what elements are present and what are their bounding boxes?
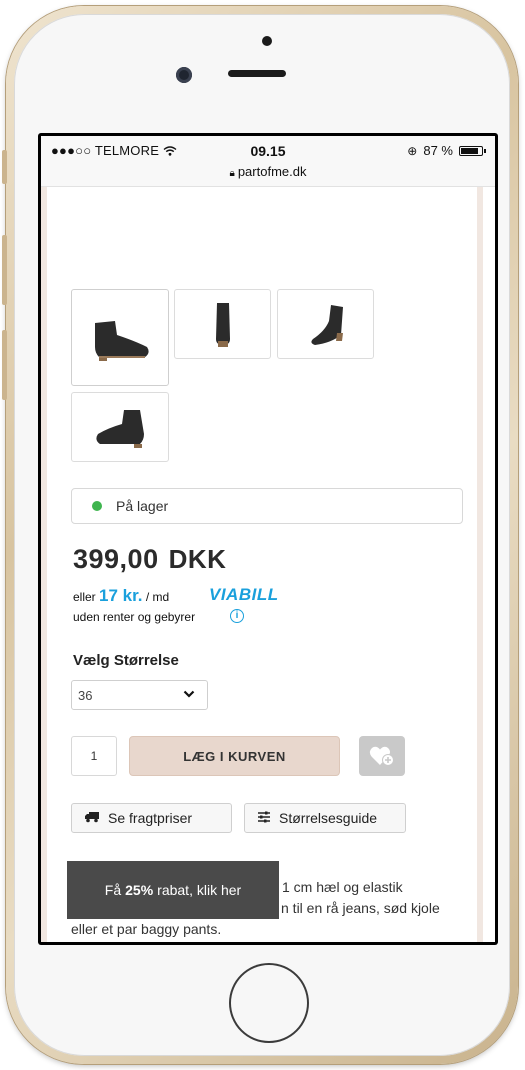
- page-margin-right: [477, 187, 483, 942]
- size-label: Vælg Størrelse: [73, 652, 179, 669]
- page-margin-left: [41, 187, 47, 942]
- volume-up-button: [2, 235, 7, 305]
- stock-text: På lager: [116, 498, 169, 514]
- finance-suffix: / md: [145, 590, 170, 604]
- product-page: På lager 399,00 DKK eller 17 kr. / md ude…: [41, 187, 495, 942]
- lock-icon: 🔒︎: [229, 168, 235, 179]
- url-text: partofme.dk: [237, 164, 307, 179]
- stock-indicator-icon: [92, 501, 102, 511]
- sliders-icon: [257, 811, 271, 826]
- finance-amount: 17 kr.: [99, 586, 143, 605]
- info-icon[interactable]: i: [230, 609, 244, 623]
- battery-area: ⊕ 87 %: [407, 143, 486, 158]
- heart-plus-icon: [369, 746, 394, 766]
- product-price: 399,00 DKK: [73, 544, 226, 575]
- wishlist-button[interactable]: [359, 736, 405, 776]
- viabill-logo: VIABILL: [209, 585, 279, 604]
- promo-suffix: rabat, klik her: [157, 882, 242, 898]
- proximity-sensor: [262, 36, 272, 46]
- finance-note: uden renter og gebyrer: [73, 610, 196, 624]
- discount-promo-banner[interactable]: Få 25% rabat, klik her: [67, 861, 279, 919]
- promo-highlight: 25%: [125, 882, 154, 898]
- screen-content: ●●●○○ TELMORE 09.15 ⊕ 87 % 🔒︎ partofme.dk: [41, 136, 495, 942]
- size-guide-button[interactable]: Størrelsesguide: [244, 803, 406, 833]
- status-bar: ●●●○○ TELMORE 09.15 ⊕ 87 % 🔒︎ partofme.dk: [41, 136, 495, 187]
- add-to-cart-button[interactable]: LÆG I KURVEN: [129, 736, 340, 776]
- truck-icon: [84, 811, 100, 826]
- chevron-down-icon: [183, 688, 195, 703]
- earpiece-speaker: [228, 70, 286, 77]
- boot-side-left-icon: [95, 320, 149, 361]
- boot-angle-icon: [310, 305, 343, 345]
- mute-switch: [2, 150, 7, 184]
- front-camera: [176, 67, 192, 83]
- battery-percent: 87 %: [423, 143, 453, 158]
- phone-screen: ●●●○○ TELMORE 09.15 ⊕ 87 % 🔒︎ partofme.dk: [38, 133, 498, 945]
- address-bar[interactable]: 🔒︎ partofme.dk: [41, 164, 495, 179]
- product-thumbnail-2[interactable]: [174, 289, 271, 359]
- stock-status: På lager: [71, 488, 463, 524]
- home-button[interactable]: [229, 963, 309, 1043]
- product-thumbnail-1[interactable]: [71, 289, 169, 386]
- shipping-prices-button[interactable]: Se fragtpriser: [71, 803, 232, 833]
- product-thumbnail-3[interactable]: [277, 289, 374, 359]
- size-select[interactable]: 36: [71, 680, 208, 710]
- volume-down-button: [2, 330, 7, 400]
- promo-prefix: Få: [104, 882, 122, 898]
- finance-prefix: eller: [73, 590, 96, 604]
- rotation-lock-icon: ⊕: [407, 143, 418, 158]
- shipping-prices-label: Se fragtpriser: [108, 810, 193, 826]
- size-selected: 36: [78, 687, 93, 703]
- price-amount: 399,00: [73, 544, 159, 574]
- boot-side-right-icon: [96, 410, 144, 448]
- size-guide-label: Størrelsesguide: [279, 810, 378, 826]
- quantity-input[interactable]: 1: [71, 736, 117, 776]
- description-line: eller et par baggy pants.: [71, 921, 222, 937]
- product-thumbnail-4[interactable]: [71, 392, 169, 462]
- boot-back-icon: [215, 303, 230, 347]
- battery-icon: [459, 145, 486, 156]
- price-currency: DKK: [168, 544, 227, 574]
- financing-info: eller 17 kr. / md uden renter og gebyrer: [73, 586, 195, 627]
